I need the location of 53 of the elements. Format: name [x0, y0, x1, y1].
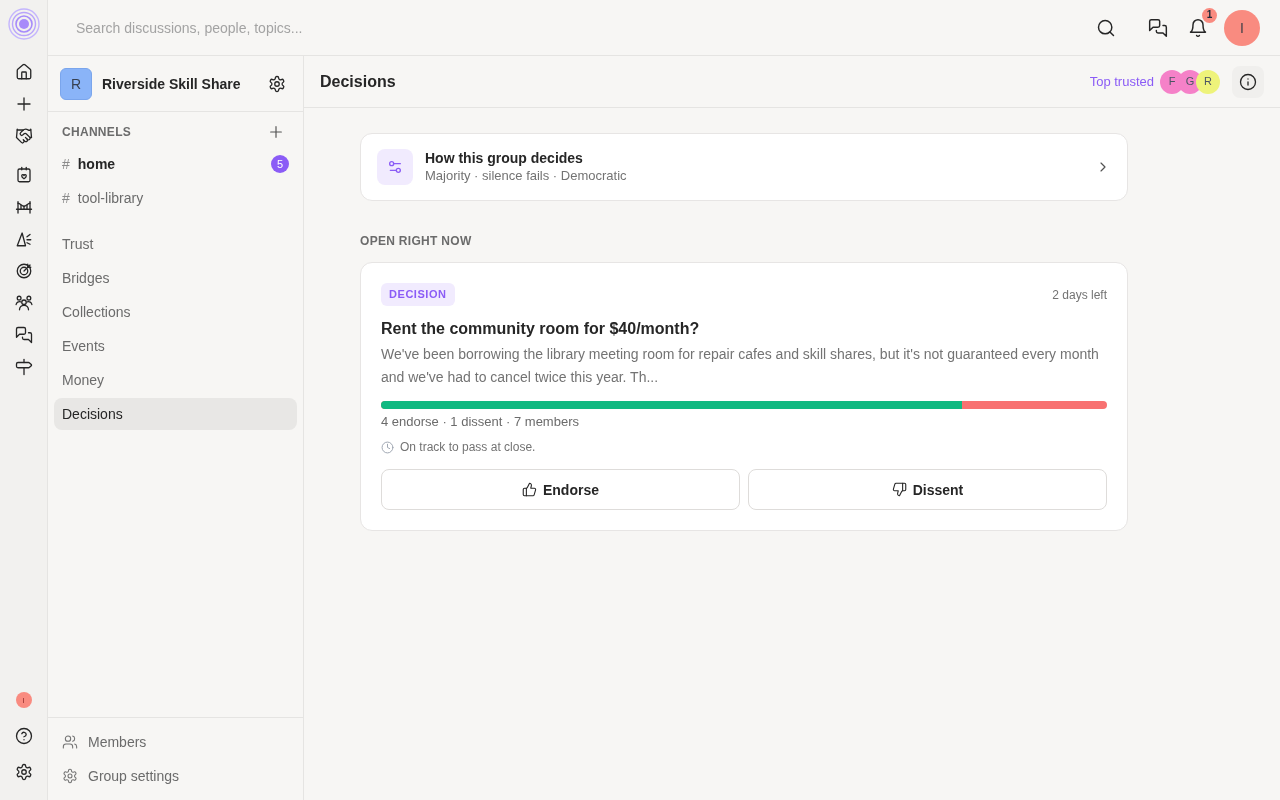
section-heading: CHANNELS	[62, 124, 132, 140]
status-text: On track to pass at close.	[400, 439, 536, 455]
nav-item[interactable]: Bridges	[54, 262, 297, 294]
add-channel-icon[interactable]	[268, 124, 284, 140]
decision-rule-card[interactable]: How this group decides Majority · silence fails · Democratic	[360, 133, 1128, 201]
card-subtitle: Majority · silence fails · Democratic	[425, 167, 627, 185]
nav-item[interactable]: Collections	[54, 296, 297, 328]
search-field[interactable]: Search discussions, people, topics...	[76, 11, 596, 44]
decision-title: Rent the community room for $40/month?	[381, 319, 701, 339]
chat-icon[interactable]	[1148, 17, 1168, 38]
target-icon[interactable]	[14, 262, 33, 280]
triangle-rays-icon[interactable]	[14, 230, 33, 248]
sliders-icon	[377, 149, 413, 185]
top-trusted-link[interactable]: Top trusted	[1089, 71, 1154, 92]
members-icon[interactable]	[62, 734, 78, 750]
info-icon[interactable]	[1239, 72, 1257, 91]
notifications-icon[interactable]	[1188, 17, 1208, 38]
home-icon[interactable]	[14, 63, 33, 81]
settings-icon[interactable]	[268, 74, 286, 93]
channel-item[interactable]: # home 5	[54, 148, 297, 180]
member-avatar[interactable]: R	[1196, 69, 1220, 94]
nav-item[interactable]: Money	[54, 364, 297, 396]
group-avatar: R	[60, 67, 92, 100]
page-title: Decisions	[320, 71, 396, 92]
people-group-icon[interactable]	[14, 294, 33, 312]
dissent-button[interactable]: Dissent	[748, 469, 1107, 510]
nav-item[interactable]: Decisions	[54, 398, 297, 430]
notification-count-badge: 1	[1202, 7, 1217, 23]
handshake-icon[interactable]	[14, 127, 33, 145]
decision-tag: DECISION	[381, 283, 455, 306]
thumbs-up-icon	[522, 482, 537, 497]
thumbs-down-icon	[891, 482, 907, 497]
nav-item[interactable]: Trust	[54, 228, 297, 260]
group-name: Riverside Skill Share	[102, 74, 241, 94]
unread-count-badge: 5	[271, 155, 289, 173]
clock-icon	[381, 440, 394, 454]
section-heading: OPEN RIGHT NOW	[360, 233, 473, 249]
nav-item[interactable]: Events	[54, 330, 297, 362]
time-left: 2 days left	[1052, 286, 1107, 303]
settings-icon[interactable]	[14, 763, 33, 781]
vote-tally: 4 endorse · 1 dissent · 7 members	[381, 413, 580, 431]
help-icon[interactable]	[14, 727, 33, 745]
signpost-icon[interactable]	[14, 358, 33, 376]
card-title: How this group decides	[425, 149, 584, 167]
decision-excerpt: We've been borrowing the library meeting room for repair cafes and skill shares, but it's not guaranteed every month and we've had to cancel twice this year. Th...	[381, 345, 1100, 387]
chat-icon[interactable]	[14, 326, 33, 344]
endorse-button[interactable]: Endorse	[381, 469, 740, 510]
footer-link[interactable]: Members	[88, 732, 147, 752]
channel-item[interactable]: # tool-library	[54, 182, 297, 214]
bridge-icon[interactable]	[14, 198, 33, 216]
footer-link[interactable]: Group settings	[88, 766, 180, 786]
search-icon[interactable]	[1096, 17, 1116, 38]
user-avatar[interactable]: I	[1224, 9, 1260, 46]
